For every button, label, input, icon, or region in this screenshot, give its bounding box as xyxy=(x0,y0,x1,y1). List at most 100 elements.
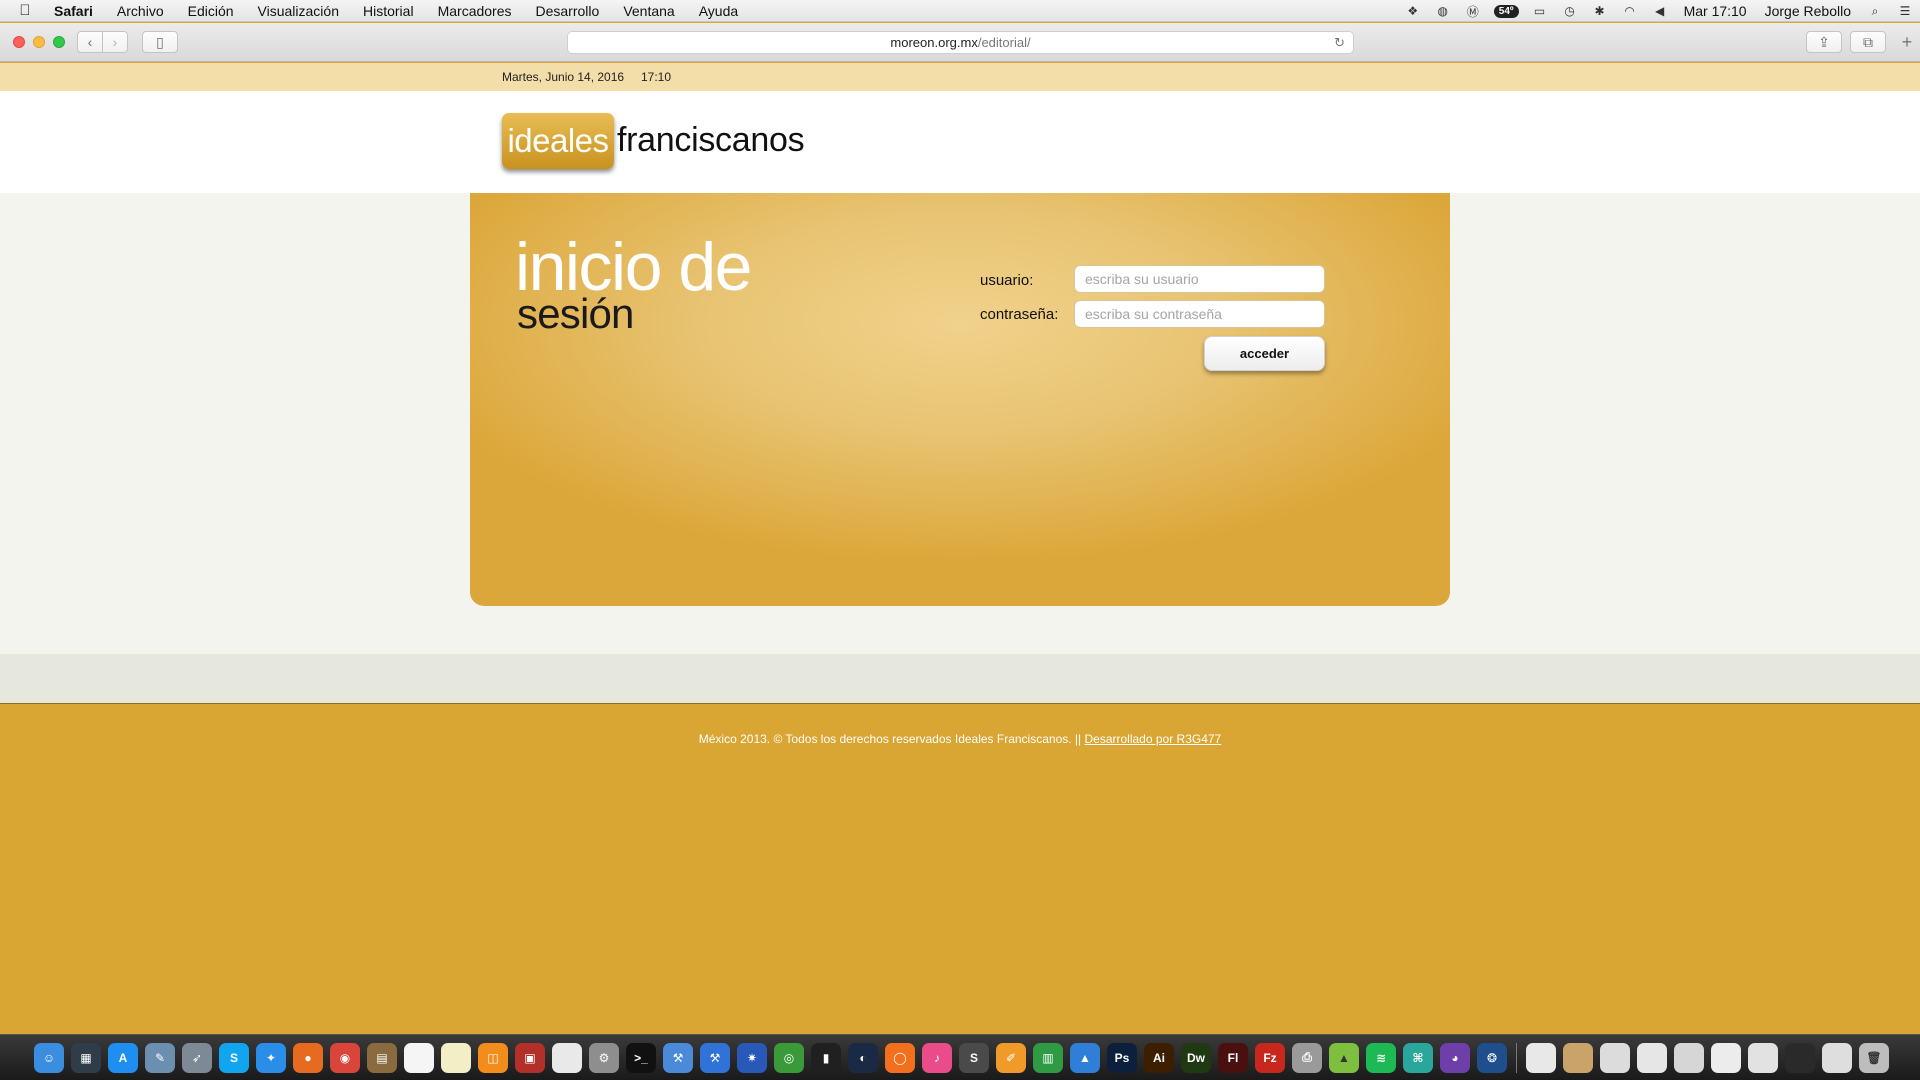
screenshot-2-icon[interactable] xyxy=(1637,1042,1667,1073)
app-store-icon[interactable]: A xyxy=(108,1042,138,1073)
chevron-right-icon: › xyxy=(112,34,118,50)
pages-icon[interactable]: ✐ xyxy=(996,1042,1026,1073)
filezilla-icon[interactable]: Fz xyxy=(1255,1042,1285,1073)
m-icon[interactable]: Ⓜ xyxy=(1464,4,1482,19)
menu-visualizacion[interactable]: Visualización xyxy=(246,3,351,19)
menubar-user[interactable]: Jorge Rebollo xyxy=(1756,3,1860,19)
menu-safari[interactable]: Safari xyxy=(50,3,105,19)
wifi-icon[interactable]: ◠ xyxy=(1621,4,1639,18)
firefox-icon[interactable]: ● xyxy=(293,1042,323,1073)
printer-icon[interactable]: ⎙ xyxy=(1292,1042,1322,1073)
menu-ayuda[interactable]: Ayuda xyxy=(687,3,750,19)
textedit-icon[interactable] xyxy=(552,1042,582,1073)
logo-text[interactable]: franciscanos xyxy=(617,121,805,160)
login-submit-button[interactable]: acceder xyxy=(1204,336,1325,371)
flash-icon[interactable]: Fl xyxy=(1218,1042,1248,1073)
site-header: ideales franciscanos xyxy=(0,91,1920,193)
chevron-left-icon: ‹ xyxy=(87,34,93,50)
android-studio-icon[interactable]: ▲ xyxy=(1329,1042,1359,1073)
photo-booth-icon[interactable]: ▣ xyxy=(515,1042,545,1073)
itunes-icon[interactable]: ♪ xyxy=(922,1042,952,1073)
notification-center-icon[interactable]: ☰ xyxy=(1896,4,1914,18)
calendar-icon[interactable] xyxy=(404,1042,434,1073)
notes-icon[interactable] xyxy=(441,1042,471,1073)
screenshot-1-icon[interactable] xyxy=(1600,1042,1630,1073)
screenshot-6-icon[interactable] xyxy=(1785,1042,1815,1073)
sourcetree-icon[interactable]: ❂ xyxy=(1477,1042,1507,1073)
archive-icon[interactable] xyxy=(1563,1042,1593,1073)
xcode-icon[interactable]: ⚒ xyxy=(663,1042,693,1073)
menubar-clock[interactable]: Mar 17:10 xyxy=(1675,3,1756,19)
menu-marcadores[interactable]: Marcadores xyxy=(426,3,524,19)
share-button[interactable]: ⇪ xyxy=(1806,31,1842,53)
numbers-icon[interactable]: ▥ xyxy=(1033,1042,1063,1073)
document-icon[interactable] xyxy=(1526,1042,1556,1073)
menu-ventana[interactable]: Ventana xyxy=(611,3,686,19)
volume-icon[interactable]: ◀ xyxy=(1651,4,1669,18)
spotify-icon[interactable]: ≋ xyxy=(1366,1042,1396,1073)
maps-icon[interactable]: ◎ xyxy=(774,1042,804,1073)
ibooks-icon[interactable]: ◫ xyxy=(478,1042,508,1073)
apple-icon[interactable]:  xyxy=(0,2,50,19)
mission-control-icon[interactable]: ▦ xyxy=(71,1042,101,1073)
dropbox-icon[interactable]: ❖ xyxy=(1404,4,1422,18)
console-icon[interactable]: ▮ xyxy=(811,1042,841,1073)
trash-icon[interactable]: 🗑 xyxy=(1859,1042,1889,1073)
menu-edicion[interactable]: Edición xyxy=(176,3,246,19)
login-panel: inicio de sesión usuario: contraseña: ac… xyxy=(470,193,1450,606)
screenshot-5-icon[interactable] xyxy=(1748,1042,1778,1073)
screenshot-4-icon[interactable] xyxy=(1711,1042,1741,1073)
temperature-badge[interactable]: 54º xyxy=(1493,4,1519,18)
dreamweaver-icon[interactable]: Dw xyxy=(1181,1042,1211,1073)
keynote-icon[interactable]: ▲ xyxy=(1070,1042,1100,1073)
chrome-icon[interactable]: ◉ xyxy=(330,1042,360,1073)
bluetooth-icon[interactable]: ✱ xyxy=(1591,4,1609,18)
reload-icon[interactable]: ↻ xyxy=(1334,35,1345,51)
xcode-instruments-icon[interactable]: ⚒ xyxy=(700,1042,730,1073)
menu-archivo[interactable]: Archivo xyxy=(105,3,176,19)
minimize-window-button[interactable] xyxy=(33,36,45,48)
sublime-text-icon[interactable]: S xyxy=(959,1042,989,1073)
browser-toolbar: ‹ › ▯ moreon.org.mx/editorial/ ↻ ⇪ ⧉ + xyxy=(0,23,1920,62)
system-preferences-icon[interactable]: ⚙ xyxy=(589,1042,619,1073)
notefile-icon[interactable]: ▤ xyxy=(367,1042,397,1073)
username-input[interactable] xyxy=(1074,265,1325,293)
url-path: /editorial/ xyxy=(977,35,1031,50)
screenshot-7-icon[interactable] xyxy=(1822,1042,1852,1073)
origin-icon[interactable]: ◯ xyxy=(885,1042,915,1073)
new-tab-button[interactable]: + xyxy=(1894,32,1920,62)
spotlight-icon[interactable]: ⌕ xyxy=(1866,4,1884,18)
footer-developer-link[interactable]: Desarrollado por R3G477 xyxy=(1084,732,1221,746)
password-input[interactable] xyxy=(1074,300,1325,328)
back-button[interactable]: ‹ xyxy=(77,31,103,53)
illustrator-icon[interactable]: Ai xyxy=(1144,1042,1174,1073)
share-icon: ⇪ xyxy=(1818,33,1830,50)
photoshop-icon[interactable]: Ps xyxy=(1107,1042,1137,1073)
logo-badge[interactable]: ideales xyxy=(502,113,614,169)
menu-desarrollo[interactable]: Desarrollo xyxy=(524,3,612,19)
menu-historial[interactable]: Historial xyxy=(351,3,426,19)
forward-button[interactable]: › xyxy=(102,31,128,53)
show-tabs-button[interactable]: ⧉ xyxy=(1850,31,1886,53)
zoom-window-button[interactable] xyxy=(53,36,65,48)
finder-icon[interactable]: ☺ xyxy=(34,1042,64,1073)
sidebar-toggle-button[interactable]: ▯ xyxy=(142,31,178,53)
vpn-icon[interactable]: ⌘ xyxy=(1403,1042,1433,1073)
preview-icon[interactable]: ✎ xyxy=(145,1042,175,1073)
time-machine-icon[interactable]: ◷ xyxy=(1561,4,1579,18)
close-window-button[interactable] xyxy=(13,36,25,48)
github-icon[interactable]: ◕ xyxy=(1440,1042,1470,1073)
url-host: moreon.org.mx xyxy=(890,35,978,50)
terminal-icon[interactable]: >_ xyxy=(626,1042,656,1073)
steam-icon[interactable]: ◐ xyxy=(848,1042,878,1073)
network-utility-icon[interactable]: ✷ xyxy=(737,1042,767,1073)
current-date: Martes, Junio 14, 2016 xyxy=(502,70,625,84)
airplay-icon[interactable]: ▭ xyxy=(1531,4,1549,18)
sync-icon[interactable]: ◍ xyxy=(1434,4,1452,18)
safari-icon[interactable]: ✦ xyxy=(256,1042,286,1073)
address-bar[interactable]: moreon.org.mx/editorial/ ↻ xyxy=(567,31,1354,54)
skype-icon[interactable]: S xyxy=(219,1042,249,1073)
sidebar-icon: ▯ xyxy=(156,33,164,50)
launchpad-icon[interactable]: ➶ xyxy=(182,1042,212,1073)
screenshot-3-icon[interactable] xyxy=(1674,1042,1704,1073)
